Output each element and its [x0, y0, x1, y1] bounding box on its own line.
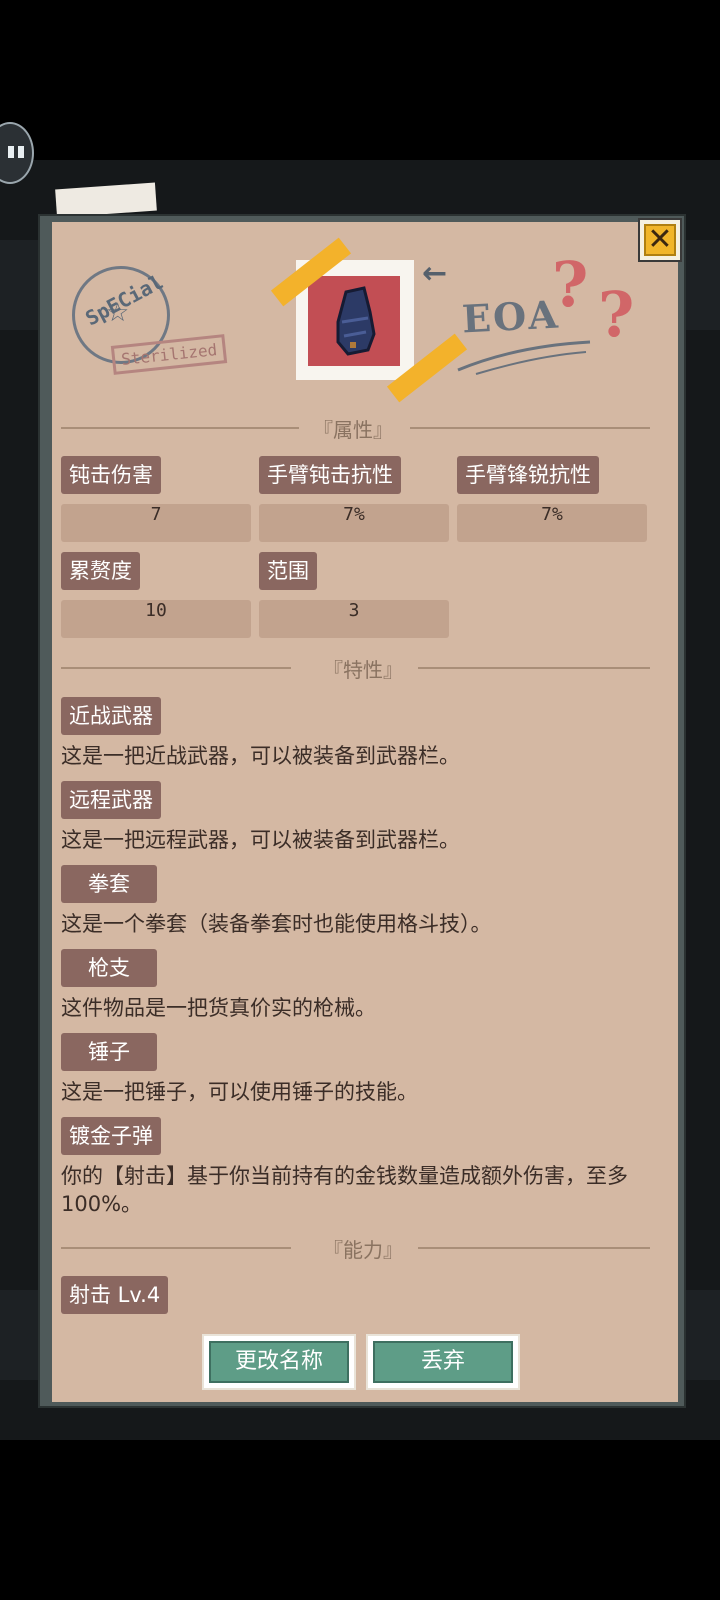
trait-tag: 镀金子弹	[61, 1117, 161, 1155]
stat-value: 7	[61, 504, 251, 542]
trait-tag: 枪支	[61, 949, 157, 987]
trait-description: 这是一把近战武器，可以被装备到武器栏。	[61, 744, 460, 768]
divider	[61, 427, 299, 429]
gauntlet-icon	[336, 286, 376, 356]
stat-label: 手臂锋锐抗性	[457, 456, 599, 494]
close-icon: ✕	[644, 224, 676, 256]
trait-description: 这是一个拳套（装备拳套时也能使用格斗技）。	[61, 912, 492, 936]
discard-button[interactable]: 丢弃	[366, 1334, 520, 1390]
trait-description: 你的【射击】基于你当前持有的金钱数量造成额外伤害，至多100%。	[61, 1164, 628, 1216]
scribble-lines	[457, 340, 591, 375]
ability-tag[interactable]: 射击 Lv.4	[61, 1276, 169, 1314]
divider	[418, 1247, 650, 1249]
arrow-left-icon: ←	[422, 256, 448, 291]
close-button[interactable]: ✕	[638, 218, 682, 262]
question-mark-icon: ?	[552, 248, 589, 321]
stamp-star-icon: ☆	[106, 298, 130, 328]
trait-description: 这是一把锤子，可以使用锤子的技能。	[61, 1080, 418, 1104]
stat-value: 10	[61, 600, 251, 638]
trait-tag: 拳套	[61, 865, 157, 903]
pause-icon	[8, 146, 14, 158]
divider	[61, 667, 291, 669]
item-background	[308, 276, 400, 366]
divider	[410, 427, 650, 429]
question-mark-icon: ?	[598, 278, 635, 351]
trait-tag: 锤子	[61, 1033, 157, 1071]
stat-value: 7%	[457, 504, 647, 542]
pause-icon	[18, 146, 24, 158]
stat-label: 累赘度	[61, 552, 140, 590]
rename-button-label: 更改名称	[209, 1341, 349, 1383]
stat-label: 手臂钝击抗性	[259, 456, 401, 494]
trait-tag: 远程武器	[61, 781, 161, 819]
section-title-abilities: 『能力』	[323, 1238, 403, 1262]
divider	[418, 667, 650, 669]
section-title-attributes: 『属性』	[313, 418, 393, 442]
divider	[61, 1247, 291, 1249]
rename-button[interactable]: 更改名称	[202, 1334, 356, 1390]
trait-tag: 近战武器	[61, 697, 161, 735]
discard-button-label: 丢弃	[373, 1341, 513, 1383]
trait-description: 这是一把远程武器，可以被装备到武器栏。	[61, 828, 460, 852]
section-title-traits: 『特性』	[323, 658, 403, 682]
trait-description: 这件物品是一把货真价实的枪械。	[61, 996, 376, 1020]
stat-value: 7%	[259, 504, 449, 542]
eoa-scribble: EOA	[460, 291, 561, 342]
stat-label: 范围	[259, 552, 317, 590]
stat-value: 3	[259, 600, 449, 638]
stat-label: 钝击伤害	[61, 456, 161, 494]
